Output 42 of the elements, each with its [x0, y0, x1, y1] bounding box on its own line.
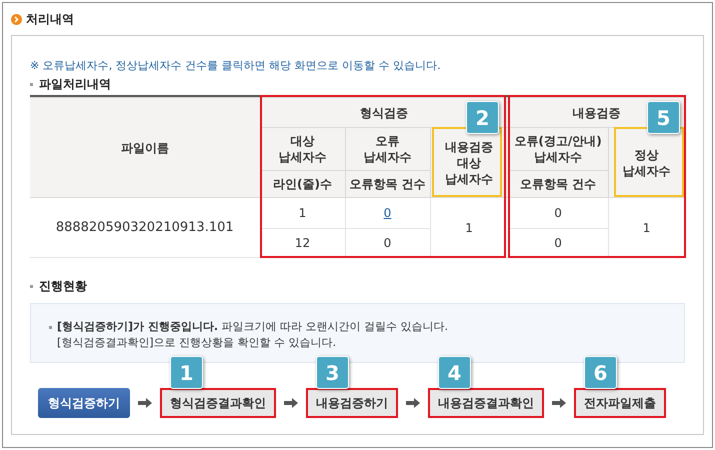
step-button[interactable]: 전자파일제출	[574, 388, 666, 418]
count-link[interactable]: 0	[384, 206, 392, 220]
table-cell: 1	[465, 220, 473, 234]
arrow-right-icon	[284, 398, 298, 408]
column-header: 대상 납세자수	[278, 134, 326, 164]
column-header: 내용검증 대상 납세자수	[445, 140, 493, 186]
column-header: 파일이름	[120, 140, 169, 154]
column-header: 오류항목 건수	[349, 177, 426, 191]
column-header: 정상 납세자수	[622, 148, 671, 178]
subsection-title: 진행현황	[39, 278, 87, 295]
column-header: 오류 납세자수	[364, 134, 412, 164]
number-badge: 4	[438, 356, 471, 389]
step-button[interactable]: 형식검증하기	[38, 388, 130, 418]
step-button[interactable]: 내용검증하기	[306, 388, 398, 418]
arrow-right-icon	[406, 398, 420, 408]
section-title: 처리내역	[26, 11, 74, 28]
column-header: 오류(경고/안내) 납세자수	[514, 134, 602, 164]
group-header: 형식검증	[360, 106, 408, 120]
number-badge: 6	[584, 356, 617, 389]
number-badge: 1	[170, 356, 203, 389]
table-cell: 1	[298, 206, 306, 220]
arrow-right-icon	[552, 398, 566, 408]
number-badge: 5	[647, 101, 680, 134]
step-button[interactable]: 내용검증결과확인	[428, 388, 544, 418]
number-badge: 3	[316, 356, 349, 389]
group-header: 내용검증	[572, 106, 621, 120]
table-cell: 0	[384, 236, 392, 250]
arrow-right-icon	[138, 398, 152, 408]
table-cell: 1	[642, 220, 650, 234]
chevron-circle-icon	[11, 14, 22, 24]
progress-hint: [형식검증결과확인]으로 진행상황을 확인할 수 있습니다.	[57, 336, 336, 349]
column-header: 오류항목 건수	[520, 177, 596, 191]
column-header: 라인(줄)수	[273, 177, 332, 191]
table-cell: 0	[554, 206, 562, 220]
table-cell: 0	[554, 236, 562, 250]
progress-message: [형식검증하기]가 진행중입니다. 파일크기에 따라 오랜시간이 걸릴수 있습니다.	[57, 319, 448, 335]
number-badge: 2	[466, 101, 499, 134]
notice-text: ※ 오류납세자수, 정상납세자수 건수를 클릭하면 해당 화면으로 이동할 수 있습니다.	[30, 58, 442, 74]
table-cell: 12	[294, 236, 310, 250]
subsection-title: 파일처리내역	[39, 76, 111, 93]
file-name: 888820590320210913.101	[56, 220, 234, 235]
step-button[interactable]: 형식검증결과확인	[160, 388, 276, 418]
